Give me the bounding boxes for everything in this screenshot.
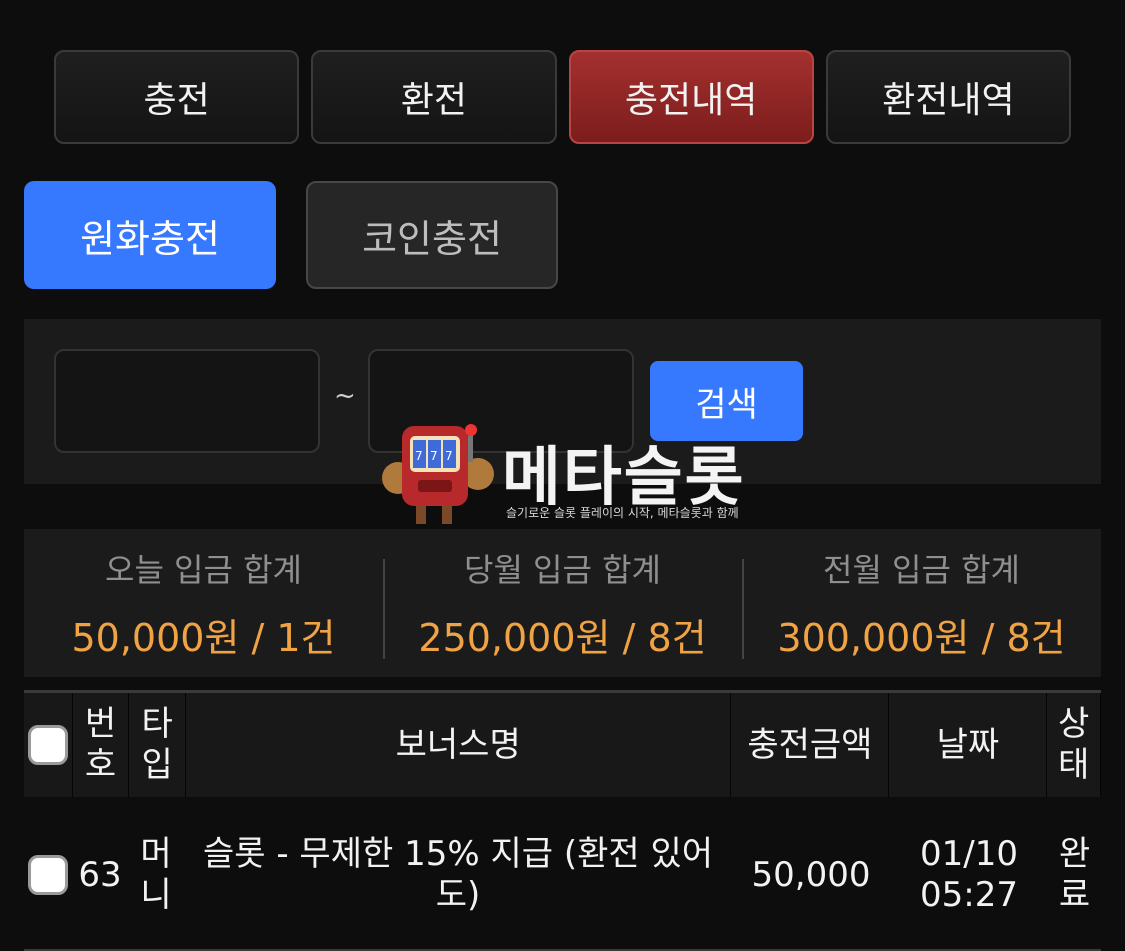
summary-last-month: 전월 입금 합계 300,000원 / 8건 bbox=[742, 529, 1101, 677]
header-cell: 상태 bbox=[1047, 693, 1101, 797]
main-tabs: 충전 환전 충전내역 환전내역 bbox=[54, 50, 1071, 144]
tab-charge[interactable]: 충전 bbox=[54, 50, 300, 144]
summary-label: 당월 입금 합계 bbox=[464, 550, 661, 589]
summary-value: 250,000원 / 8건 bbox=[418, 615, 707, 660]
tab-exchange-history[interactable]: 환전내역 bbox=[825, 50, 1071, 144]
charge-type-tabs: 원화충전 코인충전 bbox=[24, 181, 558, 289]
coin-charge-button[interactable]: 코인충전 bbox=[306, 181, 558, 289]
row-date: 01/10 05:27 bbox=[920, 834, 1018, 915]
charge-history-table: 번호 타입 보너스명 충전금액 날짜 상태 63 머니 슬롯 - 무제한 15%… bbox=[24, 690, 1101, 951]
summary-value: 50,000원 / 1건 bbox=[71, 615, 336, 660]
row-no: 63 bbox=[78, 854, 122, 895]
search-button[interactable]: 검색 bbox=[650, 361, 803, 441]
summary-label: 전월 입금 합계 bbox=[823, 550, 1020, 589]
select-all-checkbox[interactable] bbox=[27, 725, 68, 765]
row-checkbox[interactable] bbox=[28, 855, 68, 895]
summary-label: 오늘 입금 합계 bbox=[105, 550, 302, 589]
row-select-cell bbox=[24, 801, 72, 949]
row-type: 머니 bbox=[140, 834, 172, 915]
row-status: 완료 bbox=[1058, 834, 1091, 915]
header-status: 상태 bbox=[1058, 704, 1090, 785]
tab-charge-history[interactable]: 충전내역 bbox=[568, 50, 814, 144]
header-date: 날짜 bbox=[889, 693, 1048, 797]
date-search-panel: ~ 검색 bbox=[24, 319, 1101, 484]
header-cell: 타입 bbox=[129, 693, 186, 797]
end-date-input[interactable] bbox=[368, 349, 634, 453]
start-date-input[interactable] bbox=[54, 349, 320, 453]
table-header: 번호 타입 보너스명 충전금액 날짜 상태 bbox=[24, 690, 1101, 797]
brand-tagline: 슬기로운 슬롯 플레이의 시작, 메타슬롯과 함께 bbox=[506, 506, 739, 520]
header-select-cell bbox=[24, 693, 73, 797]
tab-exchange[interactable]: 환전 bbox=[311, 50, 557, 144]
header-no: 번호 bbox=[84, 704, 117, 785]
header-type: 타입 bbox=[141, 704, 173, 785]
row-amount: 50,000 bbox=[751, 854, 871, 895]
summary-this-month: 당월 입금 합계 250,000원 / 8건 bbox=[383, 529, 742, 677]
header-amount: 충전금액 bbox=[731, 693, 890, 797]
deposit-summary: 오늘 입금 합계 50,000원 / 1건 당월 입금 합계 250,000원 … bbox=[24, 529, 1101, 677]
header-name: 보너스명 bbox=[186, 693, 732, 797]
row-status-cell: 완료 bbox=[1048, 801, 1101, 949]
date-range-separator: ~ bbox=[334, 381, 356, 411]
summary-value: 300,000원 / 8건 bbox=[777, 615, 1066, 660]
row-type-cell: 머니 bbox=[128, 801, 184, 949]
summary-today: 오늘 입금 합계 50,000원 / 1건 bbox=[24, 529, 383, 677]
row-bonus-name: 슬롯 - 무제한 15% 지급 (환전 있어도) bbox=[202, 834, 714, 915]
krw-charge-button[interactable]: 원화충전 bbox=[24, 181, 276, 289]
table-row: 63 머니 슬롯 - 무제한 15% 지급 (환전 있어도) 50,000 01… bbox=[24, 801, 1101, 951]
header-cell: 번호 bbox=[73, 693, 130, 797]
